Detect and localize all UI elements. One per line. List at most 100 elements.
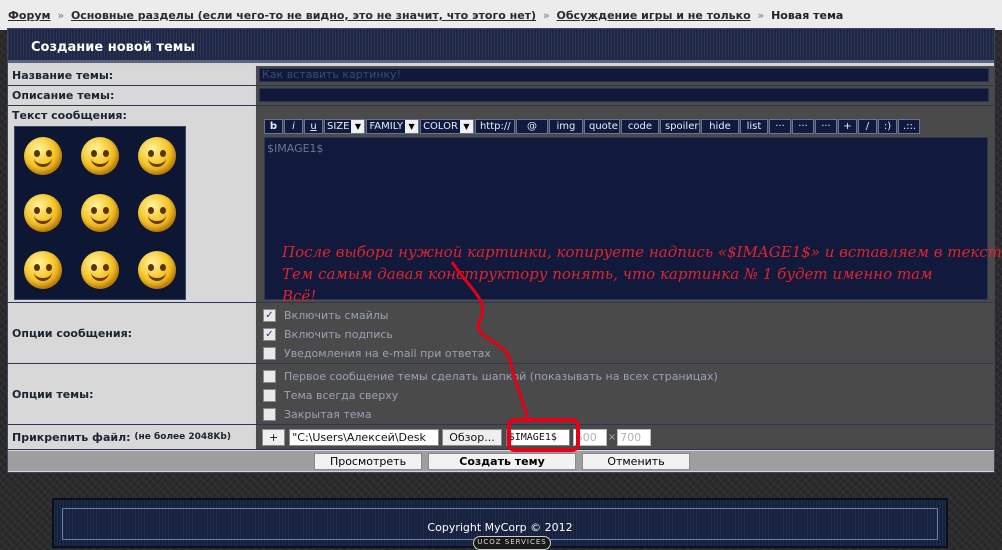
spoiler-button[interactable]: spoiler	[659, 119, 700, 134]
option-label: Включить смайлы	[284, 309, 389, 322]
checkbox[interactable]	[263, 370, 276, 383]
enable-signature-option[interactable]: ✓ Включить подпись	[263, 325, 491, 344]
footer: Copyright MyCorp © 2012 UCOZ SERVICES	[52, 498, 948, 550]
breadcrumb-sep: »	[57, 9, 65, 22]
file-path-input[interactable]: "C:\Users\Алексей\Desk	[289, 429, 440, 446]
ucoz-badge[interactable]: UCOZ SERVICES	[473, 536, 551, 550]
annotation-text: После выбора нужной картинки, копируете …	[282, 241, 1002, 307]
slash-button[interactable]: /	[857, 119, 877, 134]
breadcrumb-game-discussion[interactable]: Обсуждение игры и не только	[557, 9, 751, 22]
option-label: Уведомления на e-mail при ответах	[284, 347, 491, 360]
underline-button[interactable]: u	[304, 119, 323, 134]
breadcrumb-current: Новая тема	[771, 9, 844, 22]
cancel-button[interactable]: Отменить	[582, 453, 690, 470]
list-button[interactable]: list	[739, 119, 768, 134]
option-label: Тема всегда сверху	[284, 389, 399, 402]
annotation-line: После выбора нужной картинки, копируете …	[282, 243, 1002, 261]
description-field-cell	[256, 86, 994, 105]
description-input[interactable]	[259, 88, 989, 102]
italic-button[interactable]: i	[284, 119, 303, 134]
color-select[interactable]: COLOR ▼	[420, 119, 474, 134]
option-label: Включить подпись	[284, 328, 393, 341]
attach-cell: + "C:\Users\Алексей\Desk Обзор... $IMAGE…	[256, 425, 994, 449]
add-file-button[interactable]: +	[262, 429, 286, 446]
smiley-icon[interactable]	[80, 193, 119, 232]
more-button[interactable]: ···	[791, 119, 814, 134]
times-sign: ×	[607, 432, 617, 443]
color-select-label: COLOR	[423, 121, 458, 132]
message-label-cell: Текст сообщения:	[8, 106, 254, 302]
browse-button[interactable]: Обзор...	[442, 429, 502, 446]
smiley-icon[interactable]	[24, 251, 63, 290]
chevron-down-icon: ▼	[459, 120, 473, 133]
topic-options-label: Опции темы:	[8, 364, 254, 424]
message-options-label: Опции сообщения:	[8, 303, 254, 363]
checkbox[interactable]	[263, 347, 276, 360]
smiley-icon[interactable]	[137, 251, 176, 290]
img-button[interactable]: img	[548, 119, 583, 134]
pin-first-post-option[interactable]: Первое сообщение темы сделать шапкой (по…	[263, 367, 718, 386]
attach-row: Прикрепить файл: (не более 2048Kb) + "C:…	[8, 425, 994, 450]
attach-limit: (не более 2048Kb)	[134, 432, 231, 442]
enable-smileys-option[interactable]: ✓ Включить смайлы	[263, 306, 491, 325]
checkbox-checked[interactable]: ✓	[263, 309, 276, 322]
breadcrumb: Форум » Основные разделы (если чего-то н…	[0, 0, 1002, 30]
sticky-topic-option[interactable]: Тема всегда сверху	[263, 386, 718, 405]
smiley-icon[interactable]	[24, 193, 63, 232]
message-field-cell: b i u SIZE ▼ FAMILY ▼ COLOR ▼ http:// @ img…	[256, 106, 1002, 305]
smiley-icon[interactable]	[80, 251, 119, 290]
title-row: Название темы: Как вставить картинку!	[8, 66, 994, 86]
message-textarea[interactable]: $IMAGE1$ После выбора нужной картинки, к…	[264, 137, 1002, 305]
attach-label: Прикрепить файл:	[12, 430, 131, 444]
breadcrumb-sep: »	[542, 9, 550, 22]
code-button[interactable]: code	[620, 119, 659, 134]
size-select[interactable]: SIZE ▼	[324, 119, 366, 134]
breadcrumb-forum[interactable]: Форум	[8, 9, 51, 22]
copyright-text: Copyright MyCorp © 2012	[427, 521, 573, 534]
checkbox[interactable]	[263, 408, 276, 421]
description-label: Описание темы:	[8, 86, 254, 105]
title-input[interactable]: Как вставить картинку!	[259, 68, 989, 82]
annotation-line: Тем самым давая конструктору понять, что…	[282, 265, 933, 283]
breadcrumb-main-sections[interactable]: Основные разделы (если чего-то не видно,…	[71, 9, 536, 22]
image-height-input[interactable]: 700	[617, 429, 652, 446]
hide-button[interactable]: hide	[700, 119, 739, 134]
new-topic-panel: Создание новой темы Название темы: Как в…	[7, 28, 1002, 473]
option-label: Первое сообщение темы сделать шапкой (по…	[284, 370, 718, 383]
topic-options-row: Опции темы: Первое сообщение темы сделат…	[8, 364, 994, 425]
quote-button[interactable]: quote	[583, 119, 620, 134]
message-options-cell: ✓ Включить смайлы ✓ Включить подпись Уведо…	[256, 303, 994, 363]
title-field-cell: Как вставить картинку!	[256, 66, 994, 85]
checkbox[interactable]	[263, 389, 276, 402]
message-options-row: Опции сообщения: ✓ Включить смайлы ✓ Включ…	[8, 303, 994, 364]
closed-topic-option[interactable]: Закрытая тема	[263, 405, 718, 424]
more-button[interactable]: ···	[768, 119, 791, 134]
create-topic-button[interactable]: Создать тему	[428, 453, 576, 470]
extra-button[interactable]: .::.	[897, 119, 920, 134]
url-button[interactable]: http://	[474, 119, 515, 134]
smiley-panel	[14, 126, 186, 300]
email-notify-option[interactable]: Уведомления на e-mail при ответах	[263, 344, 491, 363]
email-button[interactable]: @	[515, 119, 548, 134]
smiley-icon[interactable]	[137, 136, 176, 175]
bold-button[interactable]: b	[264, 119, 283, 134]
more-button[interactable]: ···	[814, 119, 837, 134]
description-row: Описание темы:	[8, 86, 994, 106]
chevron-down-icon: ▼	[351, 120, 365, 133]
attach-label-cell: Прикрепить файл: (не более 2048Kb)	[8, 425, 254, 449]
title-label: Название темы:	[8, 66, 254, 85]
message-label: Текст сообщения:	[12, 109, 127, 122]
smiley-icon[interactable]	[137, 193, 176, 232]
family-select[interactable]: FAMILY ▼	[366, 119, 420, 134]
smiley-icon[interactable]	[80, 136, 119, 175]
family-select-label: FAMILY	[369, 121, 404, 132]
preview-button[interactable]: Просмотреть	[314, 453, 422, 470]
checkbox-checked[interactable]: ✓	[263, 328, 276, 341]
smiley-icon[interactable]	[24, 136, 63, 175]
smile-button[interactable]: :)	[877, 119, 897, 134]
panel-title: Создание новой темы	[8, 29, 994, 63]
chevron-down-icon: ▼	[405, 120, 419, 133]
bbcode-toolbar: b i u SIZE ▼ FAMILY ▼ COLOR ▼ http:// @ img…	[264, 119, 920, 134]
breadcrumb-sep: »	[757, 9, 765, 22]
plus-button[interactable]: +	[837, 119, 857, 134]
